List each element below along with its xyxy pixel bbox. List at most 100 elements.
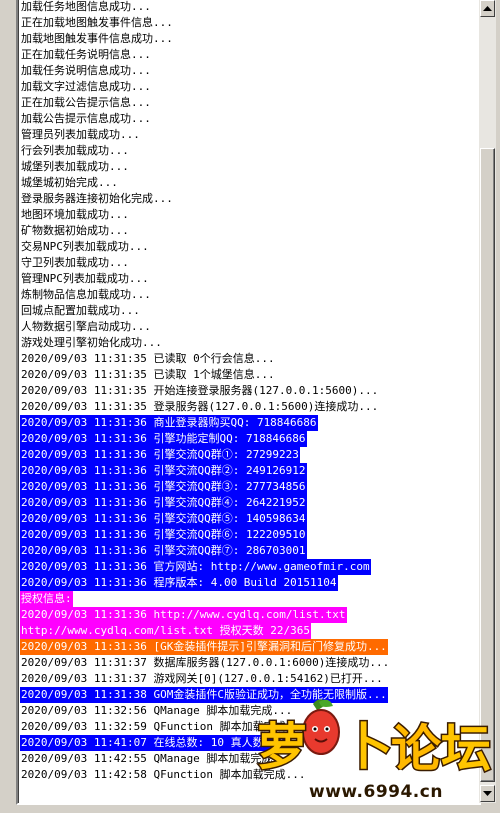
site-watermark: 萝 卜 卜 论 坛 www.6994.cn — [253, 696, 497, 808]
log-line: 城堡城初始完成... — [20, 175, 480, 191]
watermark-url: www.6994.cn — [309, 782, 443, 802]
log-line: 2020/09/03 11:31:36 引擎交流QQ群②: 249126912 — [20, 463, 480, 479]
log-line-text: 城堡列表加载成功... — [21, 160, 129, 173]
log-line: 城堡列表加载成功... — [20, 159, 480, 175]
scroll-up-button[interactable] — [480, 0, 495, 17]
log-line: 授权信息: — [20, 591, 480, 607]
log-line-text: 行会列表加载成功... — [21, 144, 129, 157]
log-line-text: 2020/09/03 11:31:36 引擎交流QQ群④: 264221952 — [20, 495, 307, 511]
log-line-text: 2020/09/03 11:31:37 游戏网关[0](127.0.0.1:54… — [21, 672, 383, 685]
log-line: 2020/09/03 11:31:36 http://www.cydlq.com… — [20, 607, 480, 623]
log-line: 交易NPC列表加载成功... — [20, 239, 480, 255]
log-line-text: 正在加载任务说明信息... — [21, 48, 151, 61]
log-line-text: 2020/09/03 11:31:36 引擎交流QQ群⑦: 286703001 — [20, 543, 307, 559]
log-line: 2020/09/03 11:31:36 引擎交流QQ群⑥: 122209510 — [20, 527, 480, 543]
vertical-scrollbar[interactable] — [478, 0, 496, 803]
log-line-text: http://www.cydlq.com/list.txt 授权天数 22/36… — [20, 623, 312, 639]
log-line-text: 2020/09/03 11:31:37 数据库服务器(127.0.0.1:600… — [21, 656, 390, 669]
log-line: 2020/09/03 11:31:35 登录服务器(127.0.0.1:5600… — [20, 399, 480, 415]
log-line: 回城点配置加载成功... — [20, 303, 480, 319]
log-line-text: 2020/09/03 11:31:36 http://www.cydlq.com… — [20, 607, 347, 623]
log-line-text: 地图环境加载成功... — [21, 208, 129, 221]
log-line: 2020/09/03 11:31:36 引擎交流QQ群③: 277734856 — [20, 479, 480, 495]
log-output-pane[interactable]: 加载任务地图信息成功... 正在加载地图触发事件信息... 加载地图触发事件信息成功… — [16, 0, 481, 805]
log-line: 行会列表加载成功... — [20, 143, 480, 159]
log-line-text: 2020/09/03 11:31:35 登录服务器(127.0.0.1:5600… — [21, 400, 379, 413]
log-line: 守卫列表加载成功... — [20, 255, 480, 271]
log-line: 2020/09/03 11:31:37 数据库服务器(127.0.0.1:600… — [20, 655, 480, 671]
log-line-text: 2020/09/03 11:31:35 已读取 0个行会信息... — [21, 352, 275, 365]
svg-text:萝: 萝 — [257, 718, 307, 776]
log-line: 2020/09/03 11:31:36 [GK金装插件提示]引擎漏洞和后门修复成… — [20, 639, 480, 655]
log-line: 2020/09/03 11:31:35 开始连接登录服务器(127.0.0.1:… — [20, 383, 480, 399]
log-line: 游戏处理引擎初始化成功... — [20, 335, 480, 351]
log-line: 2020/09/03 11:31:35 已读取 0个行会信息... — [20, 351, 480, 367]
log-line-text: 矿物数据初始成功... — [21, 224, 129, 237]
log-line-text: 正在加载地图触发事件信息... — [21, 16, 173, 29]
log-line: 加载公告提示信息成功... — [20, 111, 480, 127]
log-line: 炼制物品信息加载成功... — [20, 287, 480, 303]
log-line: 正在加载地图触发事件信息... — [20, 15, 480, 31]
log-line: 2020/09/03 11:31:36 引擎交流QQ群⑦: 286703001 — [20, 543, 480, 559]
log-line: 管理员列表加载成功... — [20, 127, 480, 143]
log-line: 人物数据引擎启动成功... — [20, 319, 480, 335]
log-line-text: 2020/09/03 11:31:36 引擎交流QQ群①: 27299223 — [20, 447, 300, 463]
log-line-text: 管理NPC列表加载成功... — [21, 272, 149, 285]
log-line: 矿物数据初始成功... — [20, 223, 480, 239]
log-line: 加载任务地图信息成功... — [20, 0, 480, 15]
log-line: 加载地图触发事件信息成功... — [20, 31, 480, 47]
log-lines: 加载任务地图信息成功... 正在加载地图触发事件信息... 加载地图触发事件信息成功… — [20, 0, 480, 783]
log-line: 2020/09/03 11:31:35 已读取 1个城堡信息... — [20, 367, 480, 383]
log-line: 2020/09/03 11:31:37 游戏网关[0](127.0.0.1:54… — [20, 671, 480, 687]
log-line: 正在加载任务说明信息... — [20, 47, 480, 63]
log-line: 加载任务说明信息成功... — [20, 63, 480, 79]
log-line-text: 炼制物品信息加载成功... — [21, 288, 151, 301]
svg-text:卜: 卜 — [343, 718, 393, 776]
log-line-text: 加载公告提示信息成功... — [21, 112, 151, 125]
log-line-text: 2020/09/03 11:31:36 引擎交流QQ群⑤: 140598634 — [20, 511, 307, 527]
log-line: 2020/09/03 11:31:36 官方网站: http://www.gam… — [20, 559, 480, 575]
log-line-text: 加载文字过滤信息成功... — [21, 80, 151, 93]
log-line: http://www.cydlq.com/list.txt 授权天数 22/36… — [20, 623, 480, 639]
log-line-text: 授权信息: — [20, 591, 73, 607]
log-line-text: 2020/09/03 11:31:36 引擎交流QQ群②: 249126912 — [20, 463, 307, 479]
log-line-text: 登录服务器连接初始化完成... — [21, 192, 173, 205]
log-line: 2020/09/03 11:31:36 引擎交流QQ群①: 27299223 — [20, 447, 480, 463]
log-line-text: 2020/09/03 11:31:36 程序版本: 4.00 Build 201… — [20, 575, 338, 591]
log-line-text: 游戏处理引擎初始化成功... — [21, 336, 162, 349]
log-line: 2020/09/03 11:31:36 商业登录器购买QQ: 718846686 — [20, 415, 480, 431]
log-line-text: 城堡城初始完成... — [21, 176, 118, 189]
log-line: 正在加载公告提示信息... — [20, 95, 480, 111]
log-line-text: 回城点配置加载成功... — [21, 304, 140, 317]
log-line-text: 2020/09/03 11:31:36 商业登录器购买QQ: 718846686 — [20, 415, 318, 431]
log-line-text: 管理员列表加载成功... — [21, 128, 140, 141]
log-line: 2020/09/03 11:31:36 引擎交流QQ群⑤: 140598634 — [20, 511, 480, 527]
scrollbar-thumb[interactable] — [480, 148, 495, 782]
log-line-text: 守卫列表加载成功... — [21, 256, 129, 269]
svg-text:坛: 坛 — [441, 720, 491, 778]
log-line-text: 人物数据引擎启动成功... — [21, 320, 151, 333]
server-console-window: 加载任务地图信息成功... 正在加载地图触发事件信息... 加载地图触发事件信息成功… — [0, 0, 500, 813]
log-line-text: 加载地图触发事件信息成功... — [21, 32, 173, 45]
log-line-text: 加载任务说明信息成功... — [21, 64, 151, 77]
log-line-text: 2020/09/03 11:31:35 开始连接登录服务器(127.0.0.1:… — [21, 384, 379, 397]
log-line: 管理NPC列表加载成功... — [20, 271, 480, 287]
log-line-text: 交易NPC列表加载成功... — [21, 240, 149, 253]
log-line: 2020/09/03 11:31:36 程序版本: 4.00 Build 201… — [20, 575, 480, 591]
log-line-text: 2020/09/03 11:31:36 引擎交流QQ群⑥: 122209510 — [20, 527, 307, 543]
svg-text:论: 论 — [391, 720, 442, 778]
arrow-up-icon — [483, 5, 492, 11]
log-line: 地图环境加载成功... — [20, 207, 480, 223]
log-line-text: 正在加载公告提示信息... — [21, 96, 151, 109]
log-line-text: 加载任务地图信息成功... — [21, 0, 151, 13]
log-line-text: 2020/09/03 11:31:36 官方网站: http://www.gam… — [20, 559, 371, 575]
log-line: 2020/09/03 11:31:36 引擎交流QQ群④: 264221952 — [20, 495, 480, 511]
log-line: 2020/09/03 11:31:36 引擎功能定制QQ: 718846686 — [20, 431, 480, 447]
log-line-text: 2020/09/03 11:31:35 已读取 1个城堡信息... — [21, 368, 275, 381]
log-line: 加载文字过滤信息成功... — [20, 79, 480, 95]
log-line-text: 2020/09/03 11:31:36 引擎功能定制QQ: 718846686 — [20, 431, 307, 447]
log-line-text: 2020/09/03 11:31:36 引擎交流QQ群③: 277734856 — [20, 479, 307, 495]
log-line: 登录服务器连接初始化完成... — [20, 191, 480, 207]
log-line-text: 2020/09/03 11:31:36 [GK金装插件提示]引擎漏洞和后门修复成… — [20, 639, 388, 655]
log-line-text: 2020/09/03 11:41:07 在线总数: 10 真人数: 0 — [20, 735, 285, 751]
